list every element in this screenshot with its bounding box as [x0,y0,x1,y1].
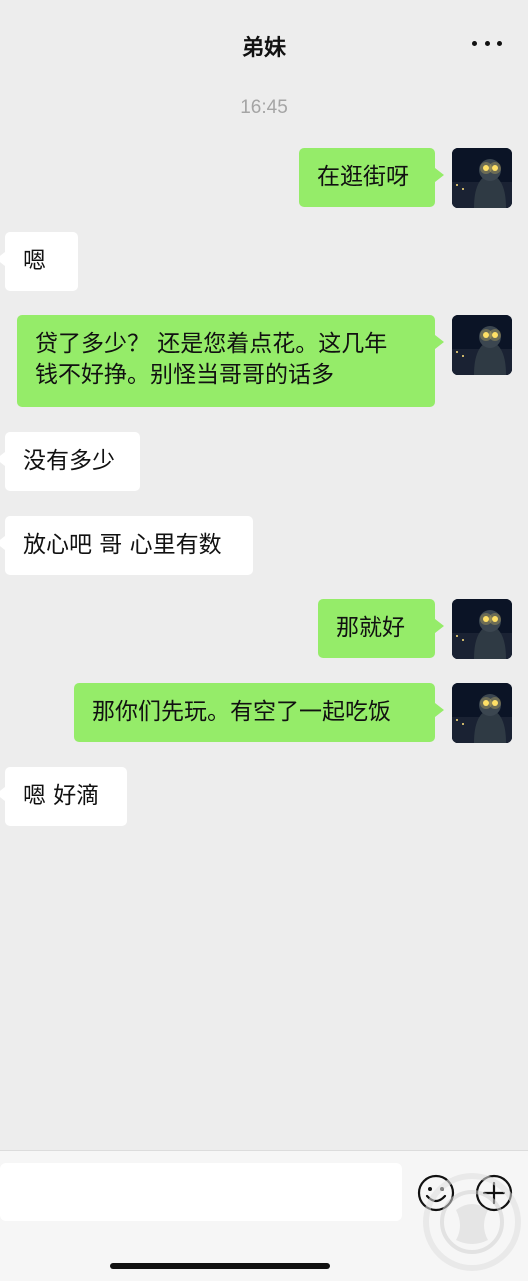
message-input[interactable] [0,1163,402,1221]
message-bubble-sent[interactable]: 在逛街呀 [299,148,444,207]
watermark-logo [420,1170,524,1274]
message-bubble-received[interactable]: 嗯 好滴 [0,767,127,826]
my-avatar[interactable] [452,683,512,743]
message-bubble-received[interactable]: 嗯 [0,232,78,291]
message-timestamp: 16:45 [240,97,288,118]
message-bubble-sent[interactable]: 贷了多少？ 还是您着点花。这几年 钱不好挣。别怪当哥哥的话多 [17,315,444,407]
more-dots-icon[interactable] [472,35,502,51]
home-indicator [110,1263,330,1269]
message-bubble-sent[interactable]: 那就好 [318,599,444,658]
my-avatar[interactable] [452,599,512,659]
chat-title: 弟妹 [241,36,286,61]
my-avatar[interactable] [452,315,512,375]
message-bubble-received[interactable]: 放心吧 哥 心里有数 [0,516,253,575]
message-bubble-received[interactable]: 没有多少 [0,432,140,491]
my-avatar[interactable] [452,148,512,208]
chat-header: 弟妹 [0,0,528,92]
message-bubble-sent[interactable]: 那你们先玩。有空了一起吃饭 [74,683,444,742]
